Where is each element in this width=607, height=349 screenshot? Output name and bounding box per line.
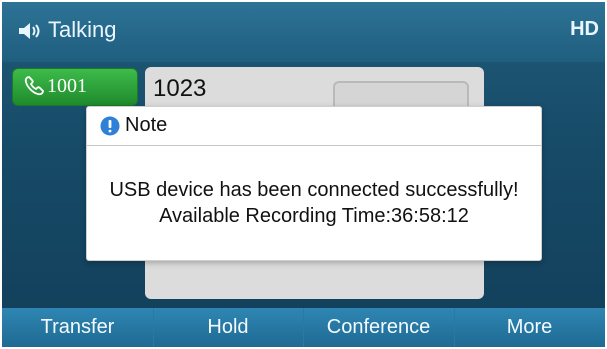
status-bar: Talking HD: [2, 2, 605, 62]
call-status-title: Talking: [48, 17, 117, 42]
softkey-bar: Transfer Hold Conference More: [2, 308, 605, 347]
note-dialog[interactable]: Note USB device has been connected succe…: [86, 106, 542, 261]
hd-indicator: HD: [570, 18, 599, 40]
phone-screen: Talking HD 1001 1023 Note USB device has…: [2, 2, 605, 347]
phone-icon: [24, 76, 44, 96]
line-key-1001[interactable]: 1001: [12, 68, 138, 106]
speaker-icon: [19, 23, 40, 39]
remote-number: 1023: [153, 75, 207, 102]
dialog-title: Note: [125, 114, 168, 136]
dialog-message-line1: USB device has been connected successful…: [109, 179, 519, 201]
softkey-transfer[interactable]: Transfer: [2, 308, 154, 347]
dialog-header: Note: [87, 107, 541, 146]
softkey-more[interactable]: More: [454, 308, 605, 347]
line-key-label: 1001: [47, 75, 87, 97]
softkey-conference[interactable]: Conference: [303, 308, 455, 347]
softkey-hold[interactable]: Hold: [153, 308, 304, 347]
info-icon: [100, 116, 120, 136]
dialog-message-line2: Available Recording Time:36:58:12: [159, 205, 469, 227]
